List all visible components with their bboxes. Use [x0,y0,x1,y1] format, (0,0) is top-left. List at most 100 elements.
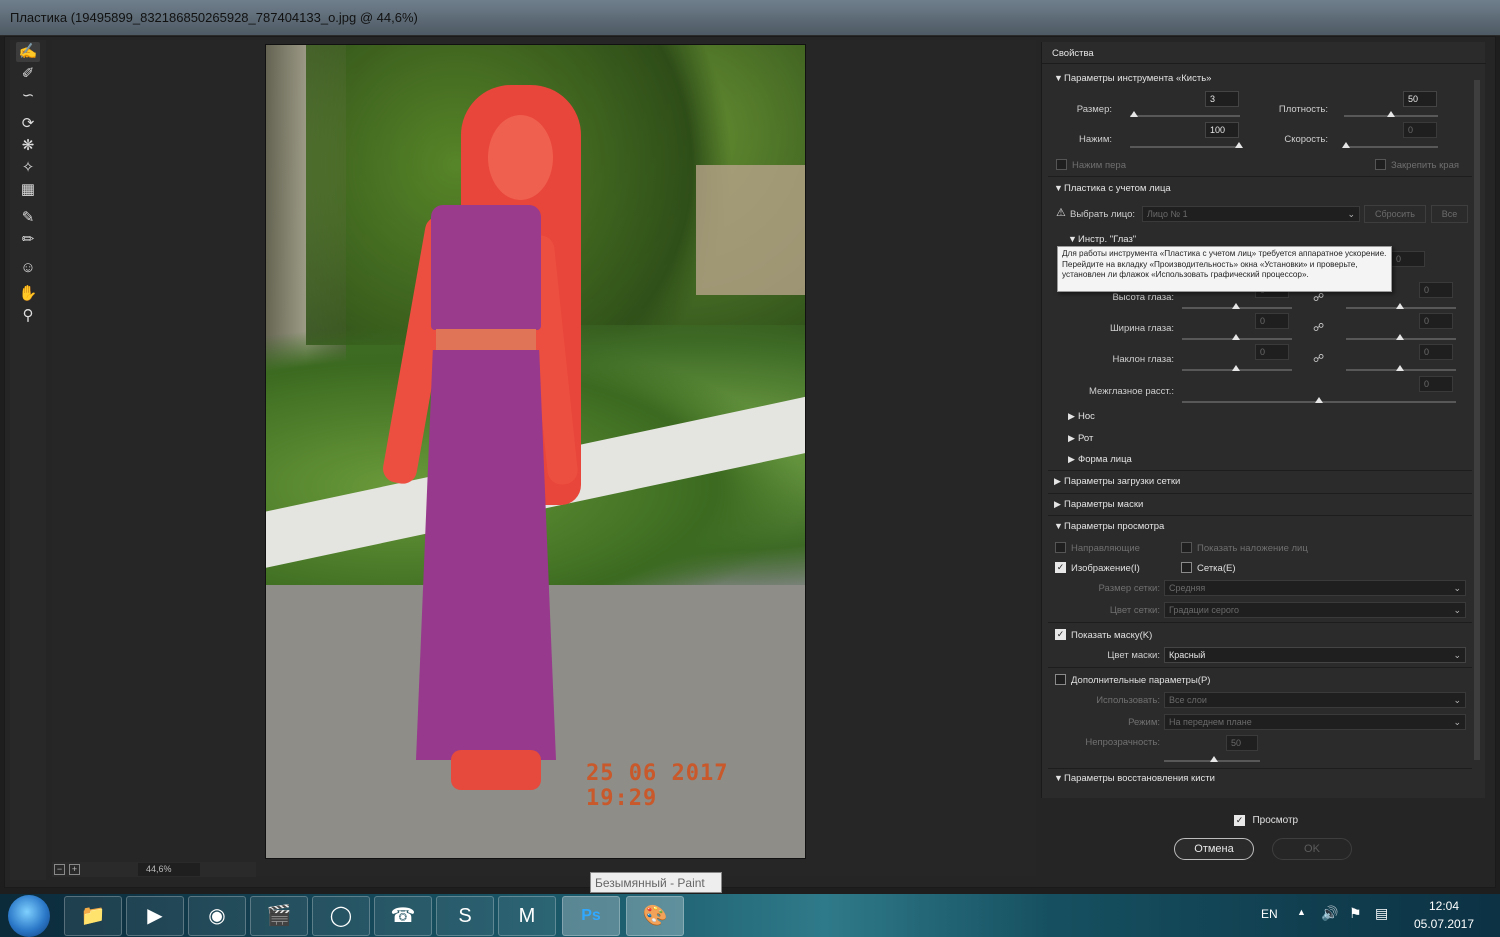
collapse-triangle-icon: ▼ [1054,73,1063,83]
volume-icon[interactable]: 🔊 [1321,905,1338,922]
face-tool-icon[interactable]: ☺ [16,258,40,278]
pressure-field[interactable]: 100 [1205,122,1239,138]
image-checkbox[interactable]: ✓ [1055,562,1066,573]
size-slider-thumb[interactable] [1130,111,1138,117]
preview-checkbox[interactable]: ✓ [1234,815,1245,827]
cancel-button[interactable]: Отмена [1174,838,1254,860]
zoom-in-icon[interactable]: + [69,864,80,875]
eye-width-left-thumb[interactable] [1232,334,1240,340]
camera-app-icon[interactable]: ◉ [188,896,246,936]
eye-width-right-field[interactable]: 0 [1419,313,1453,329]
select-face-dropdown[interactable]: Лицо № 1 ⌄ [1142,206,1360,222]
push-left-tool-icon[interactable]: ▦ [16,180,40,200]
language-indicator[interactable]: EN [1261,907,1278,921]
show-mask-checkbox[interactable]: ✓ [1055,629,1066,640]
mesh-size-dropdown[interactable]: Средняя ⌄ [1164,580,1466,596]
density-slider-thumb[interactable] [1387,111,1395,117]
brush-section-header[interactable]: ▼Параметры инструмента «Кисть» [1054,73,1211,84]
viber-icon[interactable]: ☎ [374,896,432,936]
scrollbar-thumb[interactable] [1474,80,1480,760]
explorer-icon[interactable]: 📁 [64,896,122,936]
face-shape-section-header[interactable]: ▶ Форма лица [1068,454,1132,465]
skype-icon[interactable]: S [436,896,494,936]
media-player-icon[interactable]: ▶ [126,896,184,936]
zoom-value[interactable]: 44,6% [138,863,200,876]
eye-distance-field[interactable]: 0 [1419,376,1453,392]
mask-options-section-header[interactable]: ▶ Параметры маски [1054,499,1143,510]
all-button[interactable]: Все [1431,205,1468,223]
mode-dropdown[interactable]: На переднем плане ⌄ [1164,714,1466,730]
size-field[interactable]: 3 [1205,91,1239,107]
twirl-tool-icon[interactable]: ⟳ [16,114,40,134]
divider [1048,515,1478,516]
ok-button[interactable]: OK [1272,838,1352,860]
rate-field[interactable]: 0 [1403,122,1437,138]
pressure-slider[interactable] [1130,146,1240,148]
paint-icon[interactable]: 🎨 [626,896,684,936]
extra-options-checkbox[interactable] [1055,674,1066,685]
mesh-color-dropdown[interactable]: Градации серого ⌄ [1164,602,1466,618]
eye-tilt-left-thumb[interactable] [1232,365,1240,371]
pressure-slider-thumb[interactable] [1235,142,1243,148]
eye-height-right-thumb[interactable] [1396,303,1404,309]
use-dropdown[interactable]: Все слои ⌄ [1164,692,1466,708]
eyes-section-header[interactable]: ▼Инстр. "Глаз" [1068,234,1136,245]
bloat-tool-icon[interactable]: ✧ [16,158,40,178]
rate-slider[interactable] [1344,146,1438,148]
media-player-classic-icon[interactable]: 🎬 [250,896,308,936]
stylus-pressure-checkbox[interactable] [1056,159,1067,170]
preview-image[interactable]: 25 06 2017 19:29 [265,44,806,859]
smooth-tool-icon[interactable]: ∽ [16,86,40,106]
eye-height-left-thumb[interactable] [1232,303,1240,309]
thaw-mask-tool-icon[interactable]: ✏ [16,230,40,250]
eye-height-right-field[interactable]: 0 [1419,282,1453,298]
guides-checkbox[interactable] [1055,542,1066,553]
system-clock[interactable]: 12:04 05.07.2017 [1408,897,1480,933]
start-button-icon[interactable] [8,895,50,937]
preview-toggle[interactable]: ✓ Просмотр [1234,812,1298,830]
zoom-out-icon[interactable]: − [54,864,65,875]
pucker-tool-icon[interactable]: ❋ [16,136,40,156]
link-icon[interactable]: ☍ [1313,321,1324,334]
eye-width-right-thumb[interactable] [1396,334,1404,340]
photoshop-icon[interactable]: Ps [562,896,620,936]
density-field[interactable]: 50 [1403,91,1437,107]
opacity-label: Непрозрачность: [1085,737,1160,748]
link-icon[interactable]: ☍ [1313,291,1324,304]
pin-edges-checkbox[interactable] [1375,159,1386,170]
reset-button[interactable]: Сбросить [1364,205,1426,223]
mouth-section-header[interactable]: ▶ Рот [1068,433,1093,444]
eye-size-right-field[interactable]: 0 [1391,251,1425,267]
zoom-tool-icon[interactable]: ⚲ [16,306,40,326]
freeze-mask-tool-icon[interactable]: ✎ [16,208,40,228]
eye-tilt-right-thumb[interactable] [1396,365,1404,371]
rate-slider-thumb[interactable] [1342,142,1350,148]
zoom-bar: − + 44,6% [52,862,256,877]
eye-width-left-field[interactable]: 0 [1255,313,1289,329]
hand-tool-icon[interactable]: ✋ [16,284,40,304]
reconstruct-section-header[interactable]: ▼Параметры восстановления кисти [1054,773,1215,784]
gpu-tooltip: Для работы инструмента «Пластика с учето… [1057,246,1392,292]
show-hidden-icons-icon[interactable]: ▲ [1297,907,1306,917]
panel-scrollbar[interactable] [1472,68,1482,796]
mcafee-icon[interactable]: M [498,896,556,936]
reconstruct-tool-icon[interactable]: ✐ [16,64,40,84]
opacity-slider-thumb[interactable] [1210,756,1218,762]
face-overlay-checkbox[interactable] [1181,542,1192,553]
forward-warp-tool-icon[interactable]: ✍ [16,42,40,62]
action-center-flag-icon[interactable]: ⚑ [1349,905,1362,922]
opacity-field[interactable]: 50 [1226,735,1258,751]
view-options-section-header[interactable]: ▼Параметры просмотра [1054,521,1164,532]
eye-distance-thumb[interactable] [1315,397,1323,403]
link-icon[interactable]: ☍ [1313,352,1324,365]
mask-color-dropdown[interactable]: Красный ⌄ [1164,647,1466,663]
network-icon[interactable]: ▤ [1375,905,1388,922]
size-slider[interactable] [1130,115,1240,117]
face-aware-section-header[interactable]: ▼Пластика с учетом лица [1054,183,1171,194]
chrome-icon[interactable]: ◯ [312,896,370,936]
eye-tilt-left-field[interactable]: 0 [1255,344,1289,360]
eye-tilt-right-field[interactable]: 0 [1419,344,1453,360]
nose-section-header[interactable]: ▶ Нос [1068,411,1095,422]
mesh-load-section-header[interactable]: ▶ Параметры загрузки сетки [1054,476,1180,487]
mesh-checkbox[interactable] [1181,562,1192,573]
